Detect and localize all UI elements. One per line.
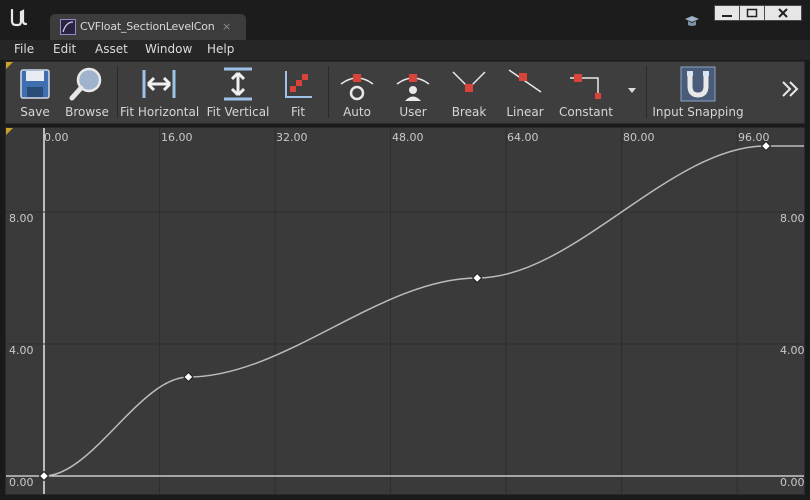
toolbar: Save Browse Fit Horizontal Fit Vertical … [5,61,805,124]
user-label: User [399,105,427,119]
x-tick-label: 32.00 [276,131,308,144]
y-tick-label-right: 0.00 [780,476,805,489]
tab-close-icon[interactable]: × [222,20,231,33]
curve-asset-icon [60,19,76,35]
fit-horizontal-button[interactable]: Fit Horizontal [120,62,200,122]
auto-tangent-icon [340,74,374,101]
chevron-double-right-icon[interactable] [780,80,800,98]
fit-vertical-button[interactable]: Fit Vertical [205,62,271,122]
curve-canvas[interactable] [6,128,804,494]
y-tick-label-right: 8.00 [780,212,805,225]
save-button[interactable]: Save [11,62,59,122]
fit-horizontal-icon [142,70,176,98]
fit-button[interactable]: Fit [278,62,318,122]
user-tangent-icon [396,74,430,101]
y-tick-label-left: 4.00 [9,344,34,357]
magnet-icon [680,66,716,102]
maximize-icon [746,8,758,18]
menu-edit[interactable]: Edit [53,42,76,56]
input-snapping-label: Input Snapping [652,105,744,119]
y-tick-label-right: 4.00 [780,344,805,357]
linear-button[interactable]: Linear [500,62,550,122]
x-tick-label: 64.00 [507,131,539,144]
curve-key[interactable] [183,371,194,383]
break-label: Break [451,105,487,119]
input-snapping-button[interactable]: Input Snapping [652,62,744,122]
unreal-logo-icon[interactable] [8,6,30,28]
fit-vertical-icon [224,67,252,101]
fit-icon [285,71,312,98]
user-tangent-button[interactable]: User [390,62,436,122]
curve-key[interactable] [471,272,483,284]
x-tick-label: 48.00 [392,131,424,144]
magnifier-icon [69,67,102,101]
fit-horizontal-label: Fit Horizontal [120,105,200,119]
break-tangent-button[interactable]: Break [446,62,492,122]
x-tick-label: 16.00 [161,131,193,144]
y-tick-label-left: 8.00 [9,212,34,225]
auto-tangent-button[interactable]: Auto [334,62,380,122]
constant-button[interactable]: Constant [555,62,617,122]
maximize-button[interactable] [739,5,765,21]
curve-line[interactable] [43,145,804,477]
menu-asset[interactable]: Asset [95,42,128,56]
save-icon [20,69,50,99]
linear-icon [508,69,542,93]
save-label: Save [20,105,50,119]
asset-tab[interactable]: CVFloat_SectionLevelCon × [50,14,246,40]
minimize-icon [722,15,732,17]
graph-corner-marker [6,128,13,135]
close-button[interactable] [764,5,802,21]
x-tick-label: 96.00 [738,131,770,144]
browse-label: Browse [65,105,109,119]
title-bar: CVFloat_SectionLevelCon × [0,0,810,40]
close-icon [778,8,788,18]
constant-icon [570,74,601,99]
interpolation-dropdown-icon[interactable] [626,87,638,95]
fit-vertical-label: Fit Vertical [206,105,270,119]
menu-file[interactable]: File [14,42,34,56]
fit-label: Fit [290,105,306,119]
browse-button[interactable]: Browse [63,62,111,122]
auto-label: Auto [343,105,371,119]
linear-label: Linear [506,105,544,119]
menu-help[interactable]: Help [207,42,234,56]
toolbar-separator [646,66,647,118]
curve-key[interactable] [38,470,50,482]
curve-graph[interactable]: 0.00 16.00 32.00 48.00 64.00 80.00 96.00… [5,127,805,495]
toolbar-separator [328,66,329,118]
x-tick-label: 0.00 [44,131,69,144]
graduation-cap-icon[interactable] [684,13,700,29]
x-tick-label: 80.00 [623,131,655,144]
menu-window[interactable]: Window [145,42,192,56]
constant-label: Constant [559,105,613,119]
menu-bar: File Edit Asset Window Help [0,40,810,60]
toolbar-separator [117,66,118,118]
tab-title: CVFloat_SectionLevelCon [80,20,215,33]
break-tangent-icon [452,71,486,92]
y-tick-label-left: 0.00 [9,476,34,489]
minimize-button[interactable] [714,5,740,21]
